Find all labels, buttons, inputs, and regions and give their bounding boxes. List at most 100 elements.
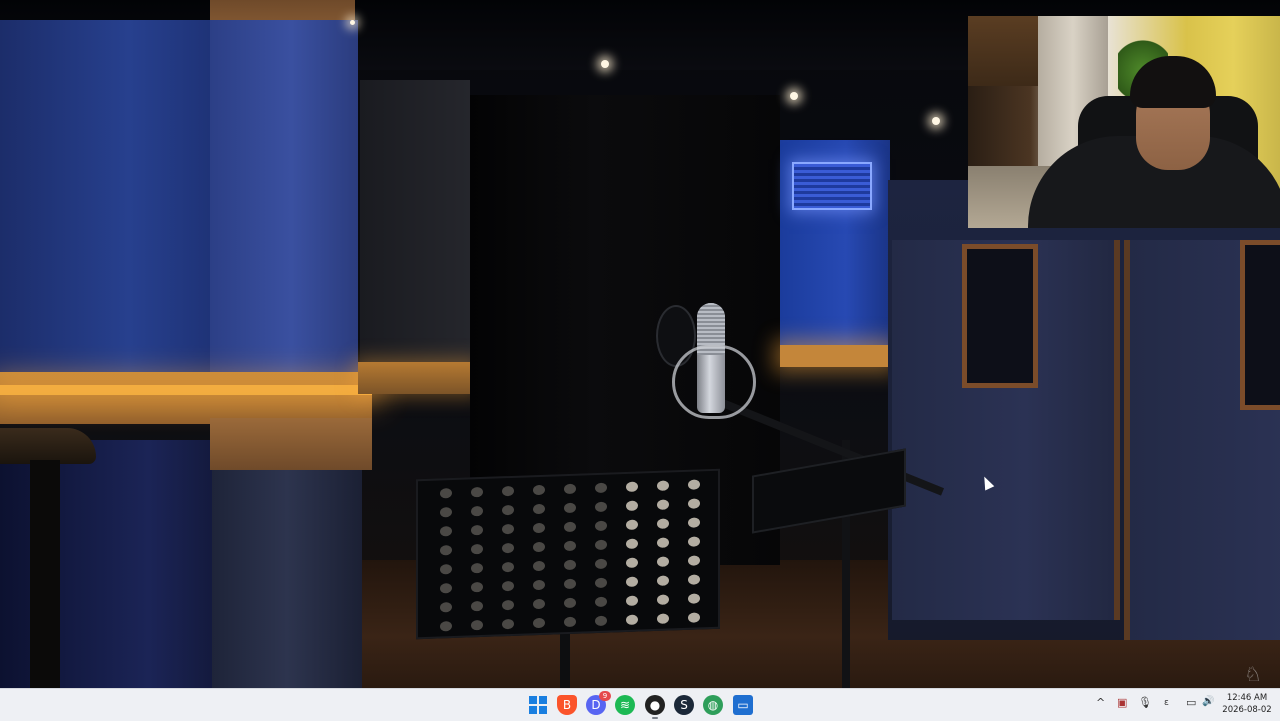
music-stand-hole: [688, 536, 700, 547]
ceiling-light: [932, 117, 940, 125]
music-stand-hole: [533, 484, 545, 496]
wood-shelf-right: [780, 345, 890, 367]
blue-pillar: [210, 20, 358, 390]
obs-glyph: ●: [649, 698, 661, 712]
music-stand-hole: [595, 520, 607, 532]
music-stand-hole: [595, 615, 607, 627]
music-stand-hole: [657, 499, 669, 510]
music-stand-hole: [440, 545, 452, 556]
music-stand-hole: [564, 540, 576, 552]
photos-glyph: ▭: [737, 698, 749, 712]
music-stand-hole: [564, 578, 576, 590]
wood-shelf-lower: [210, 418, 372, 470]
music-stand-hole: [595, 539, 607, 551]
music-stand-hole: [688, 612, 700, 623]
music-stand-hole: [502, 599, 514, 611]
tray-app-icon[interactable]: ▣: [1117, 696, 1127, 709]
music-stand-hole: [440, 526, 452, 537]
music-stand-hole: [626, 500, 638, 511]
music-stand-hole: [688, 498, 700, 509]
music-stand-hole: [626, 519, 638, 530]
pillar-lower: [212, 460, 362, 688]
music-stand-hole: [533, 617, 545, 629]
taskbar-clock[interactable]: 12:46 AM 2026-08-02: [1218, 692, 1276, 716]
music-stand-hole: [657, 537, 669, 548]
music-stand-hole: [471, 619, 483, 631]
cam-background-door: [968, 16, 1048, 86]
music-stand-hole: [533, 522, 545, 534]
tray-chevron-icon[interactable]: ^: [1096, 696, 1105, 709]
booth-window: [962, 244, 1038, 388]
music-stand-hole: [595, 501, 607, 513]
music-stand-hole: [688, 479, 700, 490]
globe-app-icon[interactable]: ◍: [703, 695, 723, 715]
brave-glyph: B: [562, 698, 572, 712]
lit-vent: [792, 162, 872, 210]
music-stand-hole: [688, 555, 700, 566]
music-stand-hole: [626, 481, 638, 492]
steam-glyph: S: [680, 698, 688, 712]
taskbar: B D9 ≋ ● S ◍ ▭ ^ ▣ 🎙 ε ▭ 🔊 12:46 AM 2026…: [0, 688, 1280, 721]
tray-mic-icon[interactable]: 🎙: [1138, 696, 1152, 709]
music-stand-hole: [471, 505, 483, 517]
music-stand-hole: [595, 596, 607, 608]
music-stand-hole: [626, 614, 638, 625]
music-stand-hole: [533, 560, 545, 572]
music-stand-hole: [533, 598, 545, 610]
music-stand-hole: [657, 518, 669, 529]
photos-app-icon[interactable]: ▭: [733, 695, 753, 715]
music-stand-hole: [471, 524, 483, 536]
music-stand: [416, 468, 720, 640]
music-stand-hole: [502, 504, 514, 516]
music-stand-hole: [502, 561, 514, 573]
music-stand-hole: [440, 488, 452, 499]
globe-glyph: ◍: [707, 698, 719, 712]
windows-start-icon[interactable]: [528, 695, 548, 715]
music-stand-hole: [440, 621, 452, 632]
spotify-glyph: ≋: [619, 698, 631, 712]
booth-window: [1240, 240, 1280, 410]
webcam-overlay: [968, 16, 1280, 228]
clock-time: 12:46 AM: [1226, 693, 1268, 703]
blue-acoustic-wall: [0, 20, 215, 380]
music-stand-hole: [440, 583, 452, 594]
music-stand-hole: [657, 575, 669, 586]
wood-shelf-mid: [358, 362, 476, 394]
music-stand-hole: [564, 502, 576, 514]
led-strip-glow: [0, 385, 372, 395]
music-stand-hole: [564, 559, 576, 571]
obs-studio-icon[interactable]: ●: [645, 695, 665, 719]
music-stand-hole: [626, 595, 638, 606]
music-stand-hole: [688, 574, 700, 585]
music-stand-hole: [595, 577, 607, 589]
music-stand-hole: [471, 562, 483, 574]
tray-network-icon[interactable]: ▭: [1186, 696, 1196, 709]
music-stand-hole: [657, 480, 669, 491]
music-stand-hole: [657, 594, 669, 605]
music-stand-hole: [502, 523, 514, 535]
music-stand-hole: [657, 613, 669, 624]
clock-date: 2026-08-02: [1222, 705, 1272, 715]
music-stand-hole: [688, 593, 700, 604]
stool-leg: [30, 460, 60, 688]
brave-browser-icon[interactable]: B: [557, 695, 577, 715]
music-stand-hole: [564, 483, 576, 495]
music-stand-hole: [471, 581, 483, 593]
music-stand-hole: [502, 485, 514, 497]
music-stand-hole: [533, 503, 545, 515]
tray-volume-icon[interactable]: 🔊: [1202, 696, 1214, 707]
spotify-icon[interactable]: ≋: [615, 695, 635, 715]
steam-icon[interactable]: S: [674, 695, 694, 715]
music-stand-hole: [533, 579, 545, 591]
tray-language-icon[interactable]: ε: [1164, 698, 1169, 708]
music-stand-hole: [471, 600, 483, 612]
music-stand-hole: [440, 564, 452, 575]
music-stand-hole: [502, 580, 514, 592]
discord-icon[interactable]: D9: [586, 691, 611, 715]
music-stand-hole: [471, 486, 483, 498]
music-stand-hole: [502, 618, 514, 630]
music-stand-hole: [471, 543, 483, 555]
music-stand-hole: [502, 542, 514, 554]
discord-glyph: D: [591, 698, 601, 712]
music-stand-hole: [595, 482, 607, 494]
